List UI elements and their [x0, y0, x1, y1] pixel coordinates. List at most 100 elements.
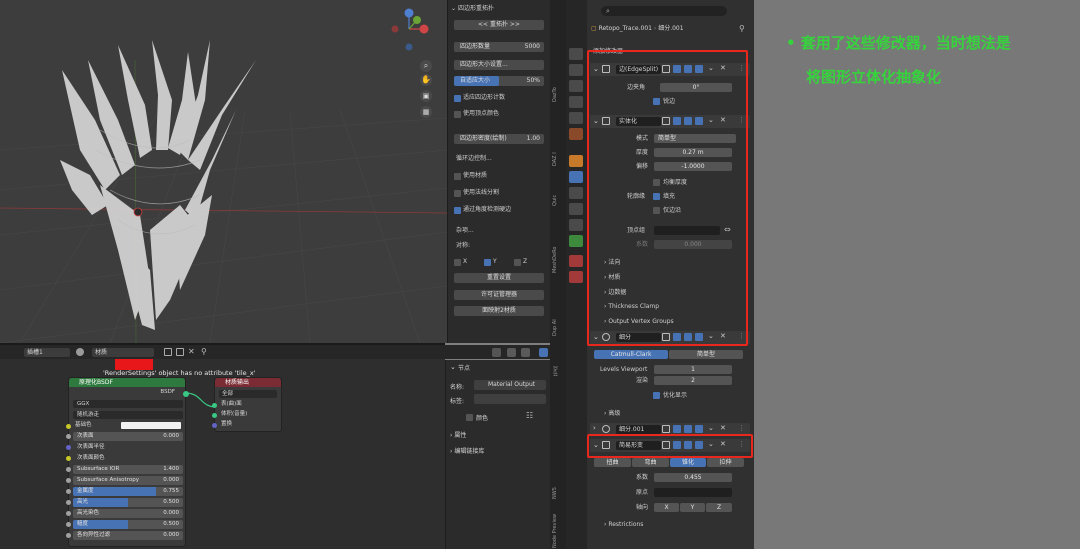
reset-button[interactable]: 重置设置 — [454, 273, 544, 283]
camera-icon[interactable]: ▣ — [420, 90, 432, 102]
size-setting-button[interactable]: 四边形大小设置... — [454, 60, 544, 70]
base-color-socket[interactable] — [66, 424, 71, 429]
axis-x-button[interactable]: X — [654, 503, 679, 512]
chevron-down-icon[interactable]: ⌄ — [708, 424, 714, 432]
chevron-down-icon[interactable]: ⌄ — [451, 4, 456, 14]
search-bar[interactable]: ⌕ — [601, 6, 727, 16]
snap-icon[interactable] — [492, 348, 501, 357]
bsdf-input-socket[interactable] — [66, 434, 71, 439]
misc-label[interactable]: 杂项... — [456, 226, 474, 236]
bsdf-input-field[interactable]: 高光染色 0.000 — [73, 509, 183, 518]
bsdf-input-socket[interactable] — [66, 489, 71, 494]
pin-icon[interactable]: ⚲ — [739, 24, 745, 33]
navigation-gizmo[interactable] — [389, 6, 429, 56]
zoom-icon[interactable]: ⌕ — [420, 60, 432, 72]
vertex-triangle-icon[interactable] — [662, 425, 670, 433]
chevron-right-icon[interactable]: › — [593, 424, 596, 432]
render-levels-field[interactable]: 2 — [654, 376, 732, 385]
quad-count-field[interactable]: 四边形数量 5000 — [454, 42, 544, 52]
deform-tab-stretch[interactable]: 拉伸 — [707, 458, 744, 467]
tab-node-preview[interactable]: Node Preview — [552, 513, 564, 549]
object-icon[interactable] — [569, 155, 583, 167]
vertex-color-checkbox[interactable] — [454, 111, 461, 118]
bsdf-input-field[interactable]: Subsurface Anisotropy 0.000 — [73, 476, 183, 485]
axis-z-button[interactable]: Z — [706, 503, 732, 512]
density-field[interactable]: 四边形密度(绘制) 1.00 — [454, 134, 544, 144]
bsdf-input-socket[interactable] — [66, 478, 71, 483]
bsdf-input-field[interactable]: 各向异性过滤 0.000 — [73, 531, 183, 540]
bsdf-node[interactable]: 原理化BSDF BSDF GGX 随机游走 基础色 次表面 0.000 次表面半径次… — [66, 377, 189, 547]
tab-node[interactable]: 节点 — [552, 363, 564, 379]
tab-nws[interactable]: NWS — [552, 483, 564, 503]
node-name-field[interactable]: Material Output — [474, 380, 546, 390]
catmull-clark-button[interactable]: Catmull-Clark — [594, 350, 668, 359]
render-icon[interactable] — [569, 64, 583, 76]
display-icon[interactable] — [507, 348, 516, 357]
tab-dup-ai[interactable]: Dup AI — [552, 315, 564, 340]
bsdf-input-socket[interactable] — [66, 522, 71, 527]
license-button[interactable]: 许可证管理器 — [454, 290, 544, 300]
bsdf-input-field[interactable]: 次表面颜色 — [73, 454, 183, 463]
view-layer-icon[interactable] — [569, 96, 583, 108]
world-icon[interactable] — [569, 128, 583, 140]
axis-y-button[interactable]: Y — [680, 503, 705, 512]
data-icon[interactable] — [569, 235, 583, 247]
sss-dropdown[interactable]: 随机游走 — [73, 411, 183, 419]
retopo-button[interactable]: << 重拓扑 >> — [454, 20, 544, 30]
constraints-icon[interactable] — [569, 219, 583, 231]
material-sphere-icon[interactable] — [76, 348, 84, 356]
remap-button[interactable]: 面映射2材质 — [454, 306, 544, 316]
deform-tab-taper[interactable]: 锥化 — [670, 458, 706, 467]
deform-factor-field[interactable]: 0.455 — [654, 473, 732, 482]
bsdf-input-socket[interactable] — [66, 511, 71, 516]
edge-loop-label[interactable]: 循环边控制... — [456, 154, 492, 164]
base-color-swatch[interactable] — [121, 422, 181, 429]
bsdf-input-field[interactable]: 高光 0.500 — [73, 498, 183, 507]
bsdf-input-socket[interactable] — [66, 533, 71, 538]
deform-tab-twist[interactable]: 扭曲 — [594, 458, 631, 467]
drag-handle-icon[interactable]: ⋮ — [738, 424, 745, 432]
viewport-icon[interactable] — [684, 425, 692, 433]
surface-socket[interactable] — [212, 403, 217, 408]
bsdf-input-field[interactable]: 次表面半径 — [73, 443, 183, 452]
material-field[interactable]: 材质 — [92, 348, 154, 357]
advanced-section[interactable]: › 高级 — [604, 409, 620, 418]
texture-icon[interactable] — [569, 271, 583, 283]
bsdf-input-field[interactable]: 次表面 0.000 — [73, 432, 183, 441]
sym-y-checkbox[interactable] — [484, 259, 491, 266]
bsdf-input-socket[interactable] — [66, 456, 71, 461]
optimal-checkbox[interactable] — [653, 392, 660, 399]
close-icon[interactable]: ✕ — [720, 424, 726, 432]
tab-quic[interactable]: Quic — [552, 190, 564, 210]
volume-socket[interactable] — [212, 413, 217, 418]
render-icon[interactable] — [695, 425, 703, 433]
tool-icon[interactable] — [569, 48, 583, 60]
tab-daz-i[interactable]: DAZ I — [552, 148, 564, 170]
close-icon[interactable]: ✕ — [188, 347, 195, 356]
tree-section[interactable]: › 编辑链接库 — [450, 446, 484, 455]
adaptive-quad-checkbox[interactable] — [454, 95, 461, 102]
normal-split-checkbox[interactable] — [454, 190, 461, 197]
list-icon[interactable]: ☷ — [526, 411, 533, 420]
restrictions-section[interactable]: › Restrictions — [604, 520, 643, 529]
origin-field[interactable] — [654, 488, 732, 497]
bsdf-input-socket[interactable] — [66, 467, 71, 472]
bsdf-input-field[interactable]: 糙度 0.500 — [73, 520, 183, 529]
wrench-icon[interactable] — [569, 171, 583, 183]
render-icon[interactable] — [521, 348, 530, 357]
adaptive-size-field[interactable]: 自适应大小 50% — [454, 76, 544, 86]
3d-viewport[interactable]: ⌕ ✋ ▣ ▦ — [0, 0, 447, 343]
color-checkbox[interactable] — [466, 414, 473, 421]
object-path[interactable]: ▢ Retopo_Trace.001 › 细分.001 — [591, 24, 684, 34]
particles-icon[interactable] — [569, 187, 583, 199]
displace-socket[interactable] — [212, 423, 217, 428]
shader-node-editor[interactable]: 插槽1 材质 ✕ ⚲ 'RenderSettings' object has n… — [0, 343, 501, 549]
editmode-icon[interactable] — [673, 425, 681, 433]
sym-z-checkbox[interactable] — [514, 259, 521, 266]
copy-icon[interactable] — [176, 348, 184, 356]
props-section[interactable]: › 属性 — [450, 430, 466, 439]
output-icon[interactable] — [569, 80, 583, 92]
target-dropdown[interactable]: 全部 — [219, 390, 277, 398]
physics-icon[interactable] — [569, 203, 583, 215]
bsdf-input-field[interactable]: 金属度 0.755 — [73, 487, 183, 496]
